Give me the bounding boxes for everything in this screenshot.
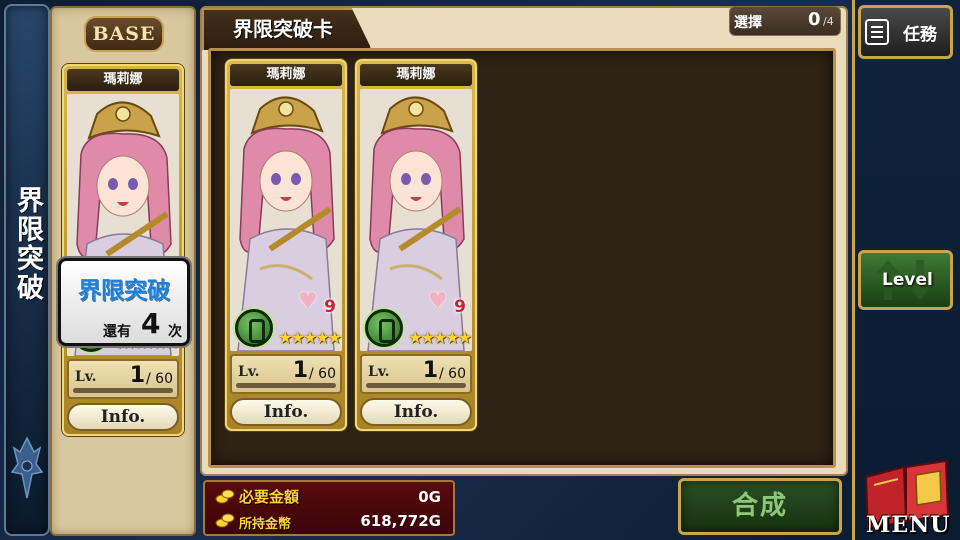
- cost-panel: 必要金額 0G 所持金幣 618,772G: [203, 480, 455, 536]
- material-card[interactable]: 瑪莉娜 ♥ 9 ★★★★★ Lv. 1 / 60 Info.: [355, 59, 477, 431]
- limit-break-title: 界限突破: [78, 278, 170, 304]
- owned-gold-label: 所持金幣: [239, 517, 292, 532]
- remain-count: 4: [141, 307, 161, 340]
- selection-max: /4: [823, 15, 834, 28]
- required-cost-value: 0G: [418, 488, 441, 506]
- coin-stack-icon: [215, 513, 235, 528]
- compose-button[interactable]: 合成: [678, 478, 842, 535]
- material-list: 瑪莉娜 ♥ 9 ★★★★★ Lv. 1 / 60 Info. 瑪莉娜 ♥ 9 ★…: [208, 48, 836, 468]
- selection-count: 0: [808, 9, 821, 30]
- exp-bar: [73, 388, 173, 393]
- material-tab-title: 界限突破卡: [233, 17, 333, 41]
- info-button[interactable]: Info.: [67, 403, 179, 431]
- owned-gold-value: 618,772G: [360, 512, 441, 530]
- favor-value: 9: [454, 297, 466, 317]
- level-box: Lv. 1 / 60: [67, 359, 179, 399]
- level-value: 1: [422, 358, 438, 383]
- favor-value: 9: [324, 297, 336, 317]
- level-max: / 60: [309, 366, 336, 382]
- list-icon: [865, 19, 889, 45]
- owned-gold-row: 所持金幣 618,772G: [205, 509, 453, 533]
- ornament-icon: [10, 436, 44, 499]
- material-card[interactable]: 瑪莉娜 ♥ 9 ★★★★★ Lv. 1 / 60 Info.: [225, 59, 347, 431]
- rarity-stars: ★★★★★: [408, 328, 472, 347]
- element-icon: [235, 309, 273, 347]
- level-label: Lv.: [75, 369, 97, 385]
- coin-stack-icon: [215, 489, 235, 504]
- page-title: 界限突破: [12, 186, 43, 302]
- level-box: Lv. 1 / 60: [230, 354, 342, 394]
- favor-badge: ♥ 9: [426, 289, 466, 319]
- menu-label[interactable]: MENU: [866, 512, 950, 538]
- level-sort-label: Level: [882, 270, 933, 290]
- limit-break-badge: 界限突破 還有 4 次: [58, 258, 190, 346]
- heart-icon: ♥: [298, 289, 318, 314]
- remain-prefix: 還有: [103, 324, 131, 340]
- base-label: BASE: [84, 16, 164, 52]
- info-button[interactable]: Info.: [230, 398, 342, 426]
- exp-bar: [366, 383, 466, 388]
- card-portrait: ♥ 9 ★★★★★: [360, 89, 472, 351]
- heart-icon: ♥: [428, 289, 448, 314]
- element-icon: [365, 309, 403, 347]
- card-name: 瑪莉娜: [360, 64, 472, 86]
- level-max: / 60: [439, 366, 466, 382]
- card-name: 瑪莉娜: [67, 69, 179, 91]
- level-label: Lv.: [368, 364, 390, 380]
- required-cost-label: 必要金額: [239, 488, 300, 506]
- rarity-stars: ★★★★★: [278, 328, 342, 347]
- task-label: 任務: [903, 25, 937, 45]
- exp-bar: [236, 383, 336, 388]
- required-cost-row: 必要金額 0G: [205, 485, 453, 509]
- selection-label: 選擇: [734, 15, 762, 31]
- level-value: 1: [129, 363, 145, 388]
- level-max: / 60: [146, 371, 173, 387]
- base-card[interactable]: 瑪莉娜 ♥ 9 ★★★★★ Lv.: [62, 64, 184, 436]
- info-button[interactable]: Info.: [360, 398, 472, 426]
- card-name: 瑪莉娜: [230, 64, 342, 86]
- level-box: Lv. 1 / 60: [360, 354, 472, 394]
- remain-suffix: 次: [168, 324, 182, 340]
- level-label: Lv.: [238, 364, 260, 380]
- side-title-bar: 界限突破: [4, 4, 50, 536]
- favor-badge: ♥ 9: [296, 289, 336, 319]
- level-value: 1: [292, 358, 308, 383]
- card-portrait: ♥ 9 ★★★★★: [230, 89, 342, 351]
